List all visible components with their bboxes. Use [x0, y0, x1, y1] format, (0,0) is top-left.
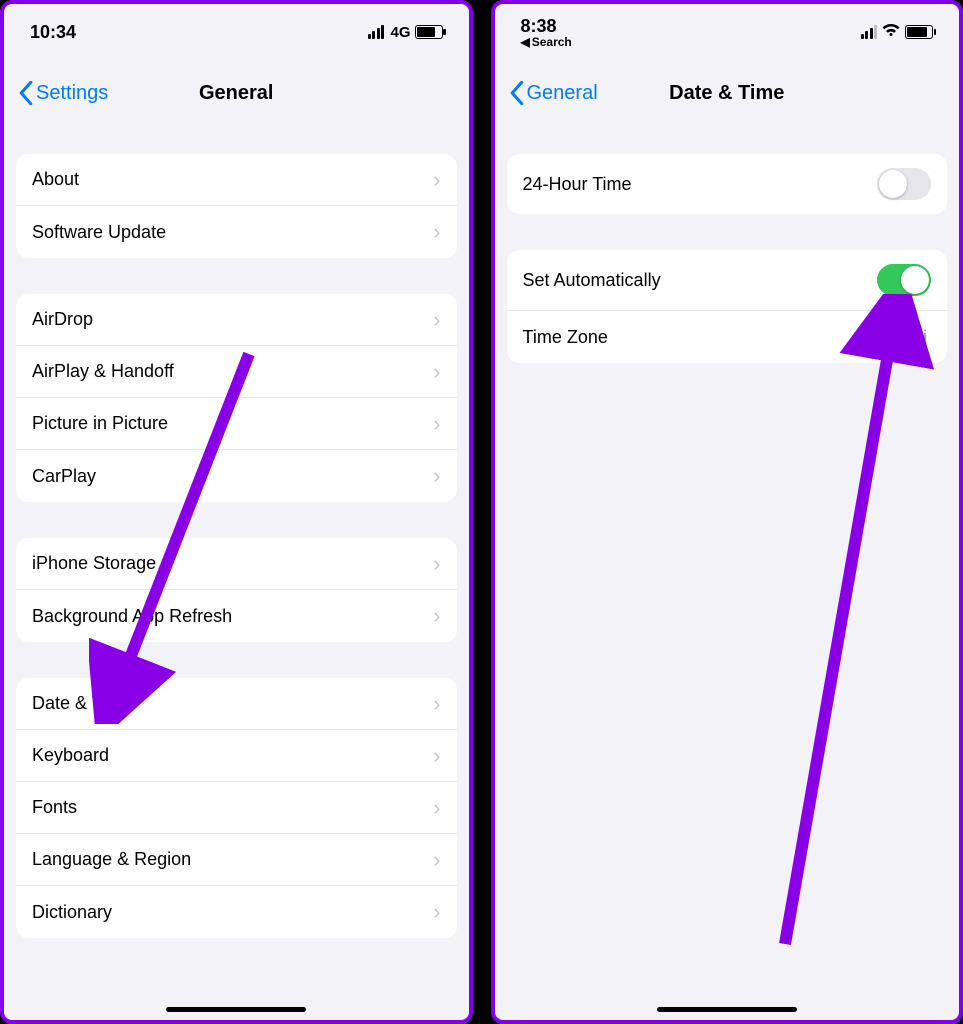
cellular-signal-icon — [368, 25, 385, 39]
phone-date-time: 8:38 ◀ Search General Date & Time 24-Hou… — [491, 0, 963, 1024]
status-time: 8:38 — [521, 16, 557, 37]
row-label: Time Zone — [523, 327, 863, 348]
row-label: Language & Region — [32, 849, 433, 870]
row-airplay-handoff[interactable]: AirPlay & Handoff› — [16, 346, 457, 398]
back-button[interactable]: General — [509, 81, 598, 105]
row-label: Set Automatically — [523, 270, 878, 291]
row-label: Keyboard — [32, 745, 433, 766]
chevron-right-icon: › — [433, 221, 440, 243]
row-label: Software Update — [32, 222, 433, 243]
row-carplay[interactable]: CarPlay› — [16, 450, 457, 502]
home-indicator[interactable] — [657, 1007, 797, 1012]
page-title: Date & Time — [669, 82, 784, 105]
row-set-automatically[interactable]: Set Automatically — [507, 250, 948, 311]
row-airdrop[interactable]: AirDrop› — [16, 294, 457, 346]
row-language-region[interactable]: Language & Region› — [16, 834, 457, 886]
chevron-right-icon: › — [433, 169, 440, 191]
status-indicators: 4G — [368, 24, 443, 41]
row-fonts[interactable]: Fonts› — [16, 782, 457, 834]
chevron-right-icon: › — [433, 745, 440, 767]
row-24-hour-time[interactable]: 24-Hour Time — [507, 154, 948, 214]
settings-content[interactable]: About›Software Update›AirDrop›AirPlay & … — [4, 118, 469, 1020]
settings-content[interactable]: 24-Hour Time Set Automatically Time Zone… — [495, 118, 960, 1020]
back-label: Settings — [36, 82, 108, 105]
battery-icon — [415, 25, 443, 39]
row-about[interactable]: About› — [16, 154, 457, 206]
back-button[interactable]: Settings — [18, 81, 108, 105]
chevron-right-icon: › — [433, 605, 440, 627]
settings-group: AirDrop›AirPlay & Handoff›Picture in Pic… — [16, 294, 457, 502]
cellular-signal-icon — [861, 25, 878, 39]
group-time-format: 24-Hour Time — [507, 154, 948, 214]
back-label: General — [527, 82, 598, 105]
row-background-app-refresh[interactable]: Background App Refresh› — [16, 590, 457, 642]
row-time-zone[interactable]: Time Zone Mumbai — [507, 311, 948, 363]
row-label: Date & Time — [32, 693, 433, 714]
chevron-left-icon — [18, 81, 34, 105]
chevron-left-icon — [509, 81, 525, 105]
row-label: CarPlay — [32, 466, 433, 487]
toggle-set-automatically[interactable] — [877, 264, 931, 296]
settings-group: iPhone Storage›Background App Refresh› — [16, 538, 457, 642]
row-label: AirPlay & Handoff — [32, 361, 433, 382]
status-bar: 8:38 ◀ Search — [495, 4, 960, 52]
row-label: Fonts — [32, 797, 433, 818]
nav-bar: Settings General — [4, 68, 469, 118]
chevron-right-icon: › — [433, 309, 440, 331]
chevron-right-icon: › — [433, 797, 440, 819]
triangle-left-icon: ◀ — [521, 35, 530, 49]
home-indicator[interactable] — [166, 1007, 306, 1012]
page-title: General — [199, 82, 273, 105]
row-iphone-storage[interactable]: iPhone Storage› — [16, 538, 457, 590]
chevron-right-icon: › — [433, 553, 440, 575]
row-date-time[interactable]: Date & Time› — [16, 678, 457, 730]
network-label: 4G — [390, 24, 410, 41]
chevron-right-icon: › — [433, 465, 440, 487]
chevron-right-icon: › — [433, 361, 440, 383]
row-dictionary[interactable]: Dictionary› — [16, 886, 457, 938]
phone-general: 10:34 4G Settings General About›Software… — [0, 0, 473, 1024]
group-auto-timezone: Set Automatically Time Zone Mumbai — [507, 250, 948, 363]
chevron-right-icon: › — [433, 849, 440, 871]
row-label: About — [32, 169, 433, 190]
chevron-right-icon: › — [433, 901, 440, 923]
row-label: 24-Hour Time — [523, 174, 878, 195]
status-indicators — [861, 22, 934, 43]
battery-icon — [905, 25, 933, 39]
row-keyboard[interactable]: Keyboard› — [16, 730, 457, 782]
chevron-right-icon: › — [433, 413, 440, 435]
nav-bar: General Date & Time — [495, 68, 960, 118]
row-label: Dictionary — [32, 902, 433, 923]
app-back-link[interactable]: ◀ Search — [521, 35, 572, 49]
settings-group: Date & Time›Keyboard›Fonts›Language & Re… — [16, 678, 457, 938]
row-label: iPhone Storage — [32, 553, 433, 574]
toggle-24-hour[interactable] — [877, 168, 931, 200]
status-bar: 10:34 4G — [4, 4, 469, 52]
row-label: AirDrop — [32, 309, 433, 330]
settings-group: About›Software Update› — [16, 154, 457, 258]
row-label: Picture in Picture — [32, 413, 433, 434]
status-time: 10:34 — [30, 22, 76, 43]
row-label: Background App Refresh — [32, 606, 433, 627]
row-picture-in-picture[interactable]: Picture in Picture› — [16, 398, 457, 450]
wifi-icon — [881, 22, 901, 43]
row-software-update[interactable]: Software Update› — [16, 206, 457, 258]
row-value: Mumbai — [863, 327, 927, 348]
chevron-right-icon: › — [433, 693, 440, 715]
